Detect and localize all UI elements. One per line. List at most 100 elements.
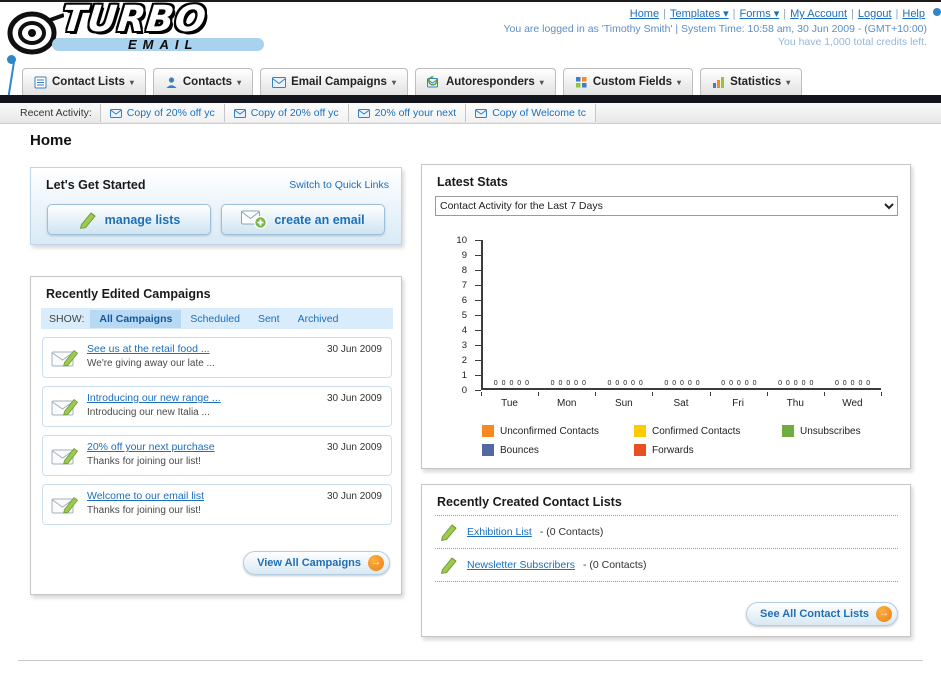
x-axis-tick xyxy=(881,392,882,396)
nav-tab-custom-fields[interactable]: Custom Fields ▾ xyxy=(562,68,694,95)
activity-item-label: 20% off your next xyxy=(374,107,457,119)
y-axis-label: 8 xyxy=(461,265,467,276)
manage-lists-label: manage lists xyxy=(104,212,181,227)
nav-tab-statistics[interactable]: Statistics ▾ xyxy=(700,68,803,95)
campaign-title-link[interactable]: Introducing our new range ... xyxy=(87,392,221,404)
logo-text-primary: TURBO xyxy=(59,0,209,40)
campaign-list-item[interactable]: Welcome to our email list Thanks for join… xyxy=(42,484,392,525)
contact-list-item[interactable]: Exhibition List - (0 Contacts) xyxy=(435,515,898,548)
see-all-contact-lists-label: See All Contact Lists xyxy=(759,608,869,620)
campaign-filter-tabs: All Campaigns Scheduled Sent Archived xyxy=(90,309,348,328)
campaign-filter-scheduled[interactable]: Scheduled xyxy=(181,310,249,328)
contact-list-item[interactable]: Newsletter Subscribers - (0 Contacts) xyxy=(435,548,898,581)
list-divider xyxy=(435,581,898,582)
stats-period-select[interactable]: Contact Activity for the Last 7 Days xyxy=(435,196,898,216)
contact-list-items: Exhibition List - (0 Contacts) Newsletter … xyxy=(435,515,898,582)
y-axis-tick xyxy=(475,240,481,241)
legend-label: Bounces xyxy=(500,444,539,456)
y-axis-tick xyxy=(475,375,481,376)
bar-value-labels: 0 0 0 0 0 xyxy=(721,380,757,387)
caret-down-icon: ▾ xyxy=(539,77,544,87)
mail-small-icon xyxy=(357,108,370,118)
switch-quick-links-link[interactable]: Switch to Quick Links xyxy=(289,179,389,191)
see-all-contact-lists-button[interactable]: See All Contact Lists → xyxy=(745,602,898,626)
top-link-logout[interactable]: Logout xyxy=(858,8,892,20)
nav-tab-contact-lists[interactable]: Contact Lists ▾ xyxy=(22,68,146,95)
campaign-filter-sent[interactable]: Sent xyxy=(249,310,289,328)
page-title: Home xyxy=(30,132,72,149)
top-link-home[interactable]: Home xyxy=(630,8,659,20)
campaign-subtitle: We're giving away our late ... xyxy=(87,358,215,369)
y-axis-tick xyxy=(475,330,481,331)
top-links: Home | Templates ▾ | Forms ▾ | My Account | Logo… xyxy=(629,8,925,20)
y-axis-label: 10 xyxy=(456,235,467,246)
y-axis-label: 7 xyxy=(461,280,467,291)
recent-activity-item[interactable]: 20% off your next xyxy=(347,104,467,122)
campaign-filter-bar: SHOW: All Campaigns Scheduled Sent Archived xyxy=(41,308,393,329)
campaign-date: 30 Jun 2009 xyxy=(326,442,382,453)
nav-tab-email-campaigns[interactable]: Email Campaigns ▾ xyxy=(260,68,408,95)
campaign-title-link[interactable]: See us at the retail food ... xyxy=(87,343,210,355)
y-axis-label: 1 xyxy=(461,370,467,381)
campaign-title-link[interactable]: 20% off your next purchase xyxy=(87,441,215,453)
campaign-filter-all-campaigns[interactable]: All Campaigns xyxy=(90,309,182,328)
legend-item-unsubscribes: Unsubscribes xyxy=(782,425,902,437)
campaign-icon xyxy=(51,445,79,472)
legend-swatch xyxy=(634,444,646,456)
y-axis-label: 3 xyxy=(461,340,467,351)
top-link-forms[interactable]: Forms ▾ xyxy=(740,8,780,20)
logo-text-secondary: EMAIL xyxy=(128,37,199,52)
x-axis-label: Sat xyxy=(673,398,689,409)
legend-swatch xyxy=(634,425,646,437)
y-axis-tick xyxy=(475,300,481,301)
top-link-my-account[interactable]: My Account xyxy=(790,8,847,20)
recent-activity-item[interactable]: Copy of 20% off yc xyxy=(223,104,349,122)
x-axis-tick xyxy=(766,392,768,396)
bar-value-labels: 0 0 0 0 0 xyxy=(607,380,643,387)
contact-list-link[interactable]: Newsletter Subscribers xyxy=(467,559,575,571)
bar-value-labels-row: 0 0 0 0 0 0 0 0 0 0 0 0 0 0 0 0 0 0 0 0 0 0 … xyxy=(483,380,881,387)
contact-lists-title: Recently Created Contact Lists xyxy=(437,495,622,509)
arrow-right-icon: → xyxy=(876,606,892,622)
campaign-title-link[interactable]: Welcome to our email list xyxy=(87,490,204,502)
footer-divider xyxy=(18,660,923,661)
contacts-icon xyxy=(165,76,178,89)
recent-activity-items: Copy of 20% off yc Copy of 20% off yc 20% … xyxy=(99,104,596,122)
manage-lists-button[interactable]: manage lists xyxy=(47,204,211,235)
campaign-list-item[interactable]: 20% off your next purchase Thanks for joi… xyxy=(42,435,392,476)
y-axis-tick xyxy=(475,360,481,361)
nav-tab-autoresponders[interactable]: Autoresponders ▾ xyxy=(414,68,556,95)
recent-activity-item[interactable]: Copy of 20% off yc xyxy=(99,104,225,122)
top-link-templates[interactable]: Templates ▾ xyxy=(670,8,729,20)
campaign-list-item[interactable]: See us at the retail food ... We're givin… xyxy=(42,337,392,378)
legend-item-bounces: Bounces xyxy=(482,444,634,456)
pencil-icon xyxy=(439,556,459,574)
view-all-campaigns-button[interactable]: View All Campaigns → xyxy=(243,551,390,575)
x-axis-tick xyxy=(538,392,540,396)
contact-list-link[interactable]: Exhibition List xyxy=(467,526,532,538)
x-axis-label: Mon xyxy=(556,398,577,409)
logo[interactable]: TURBO EMAIL xyxy=(5,0,296,108)
create-email-button[interactable]: create an email xyxy=(221,204,385,235)
top-link-help[interactable]: Help xyxy=(902,8,925,20)
nav-tab-contacts[interactable]: Contacts ▾ xyxy=(152,68,254,95)
recent-activity-bar: Recent Activity: Copy of 20% off yc Copy … xyxy=(0,103,941,124)
x-axis-tick xyxy=(709,392,711,396)
view-all-campaigns-label: View All Campaigns xyxy=(257,557,361,569)
latest-stats-title: Latest Stats xyxy=(437,175,508,189)
x-axis-labels: Tue Mon Sun Sat Fri Thu Wed xyxy=(481,398,881,409)
y-axis-tick xyxy=(475,285,481,286)
y-axis-label: 5 xyxy=(461,310,467,321)
bar-value-labels: 0 0 0 0 0 xyxy=(778,380,814,387)
campaign-list-item[interactable]: Introducing our new range ... Introducing… xyxy=(42,386,392,427)
campaign-filter-archived[interactable]: Archived xyxy=(289,310,348,328)
nav-tab-label: Custom Fields xyxy=(592,76,673,88)
nav-tab-label: Contact Lists xyxy=(52,76,125,88)
campaign-date: 30 Jun 2009 xyxy=(326,491,382,502)
pencil-icon xyxy=(439,523,459,541)
x-axis-label: Tue xyxy=(501,398,518,409)
x-axis-tick xyxy=(481,392,482,396)
recent-activity-label: Recent Activity: xyxy=(20,107,92,119)
recent-activity-item[interactable]: Copy of Welcome tc xyxy=(465,104,596,122)
activity-item-label: Copy of 20% off yc xyxy=(250,107,339,119)
